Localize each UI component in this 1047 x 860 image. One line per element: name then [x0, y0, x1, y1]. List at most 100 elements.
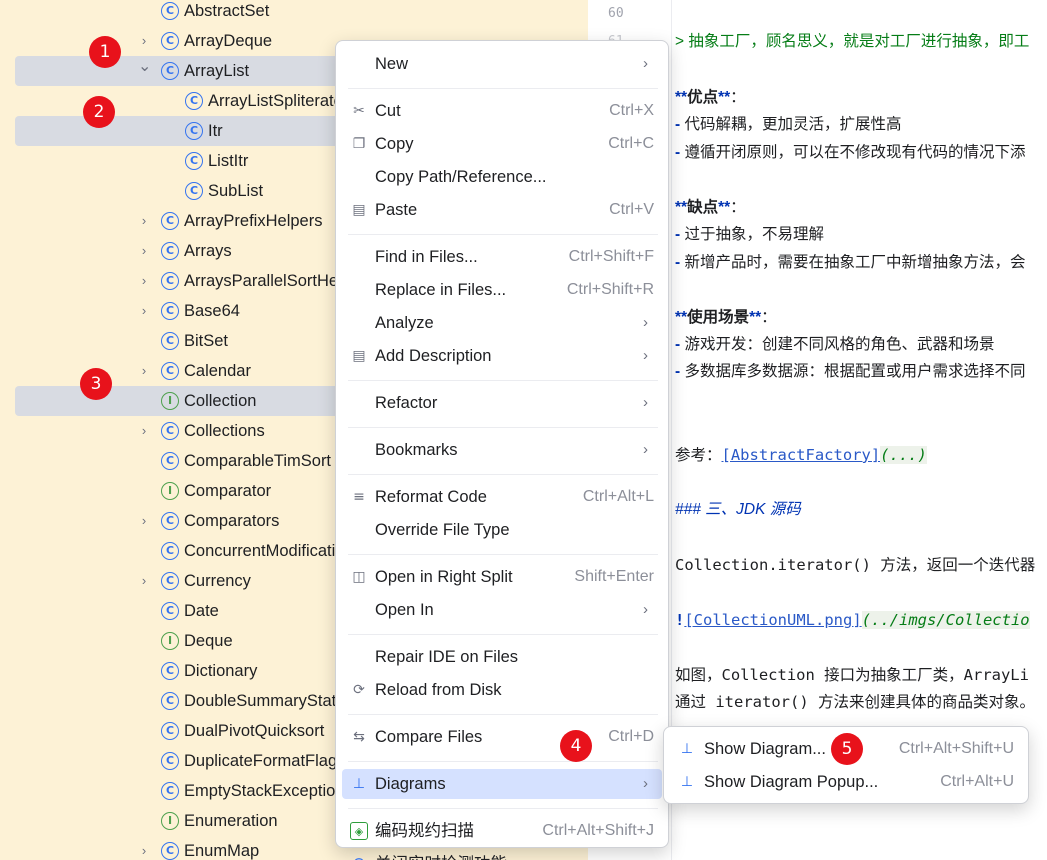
menu-item-label: Show Diagram Popup... [704, 773, 879, 791]
reformat-icon: ≡ [353, 489, 365, 505]
menu-item-label: Reload from Disk [375, 681, 502, 699]
menu-item-label: Paste [375, 201, 418, 219]
tree-item-label: Collections [184, 422, 265, 440]
editor-text[interactable]: [CollectionUML.png] [684, 611, 861, 629]
menu-item-label: 编码规约扫描 [375, 822, 474, 840]
class-icon: C [161, 692, 179, 710]
menu-item-repair-ide-on-files[interactable]: Repair IDE on Files [342, 642, 662, 672]
chevron-right-icon: › [643, 441, 648, 458]
tree-item-label: Collection [184, 392, 257, 410]
menu-item-label: Add Description [375, 347, 492, 365]
menu-item-open-in[interactable]: Open In › [342, 595, 662, 625]
editor-text: ： [730, 89, 746, 106]
menu-item-open-in-right-split[interactable]: ◫ Open in Right Split Shift+Enter [342, 562, 662, 592]
chevron-right-icon[interactable]: › [138, 573, 150, 589]
menu-separator [348, 714, 658, 715]
menu-item-label: Copy [375, 135, 414, 153]
tree-item-label: Enumeration [184, 812, 278, 830]
menu-item-shortcut: Ctrl+Alt+L [582, 488, 654, 505]
menu-item-cut[interactable]: ✂ Cut Ctrl+X [342, 96, 662, 126]
menu-item-analyze[interactable]: Analyze › [342, 308, 662, 338]
chevron-right-icon[interactable]: › [138, 513, 150, 529]
chevron-right-icon[interactable]: › [138, 423, 150, 439]
context-menu: New › ✂ Cut Ctrl+X ❐ Copy Ctrl+C Copy Path/Refer… [335, 40, 669, 860]
editor-text: ** [675, 89, 688, 106]
class-icon: C [161, 62, 179, 80]
class-icon: C [161, 422, 179, 440]
class-icon: C [161, 782, 179, 800]
menu-item-reload-from-disk[interactable]: ⟳ Reload from Disk [342, 675, 662, 705]
menu-item-new[interactable]: New › [342, 49, 662, 79]
editor-text: ** [675, 309, 688, 326]
menu-item-shortcut: Ctrl+X [609, 102, 654, 119]
editor-text: ： [761, 309, 777, 326]
menu-item-label: Open in Right Split [375, 568, 513, 586]
chevron-right-icon[interactable]: › [138, 243, 150, 259]
copy-icon: ❐ [352, 136, 366, 152]
chevron-down-icon[interactable]: ⌄ [138, 59, 151, 75]
tree-item-label: EnumMap [184, 842, 260, 860]
tree-item-label: Itr [208, 122, 223, 140]
menu-item-label: Show Diagram... [704, 740, 826, 758]
menu-item-label: Bookmarks [375, 441, 458, 459]
menu-item-refactor[interactable]: Refactor › [342, 388, 662, 418]
menu-item-paste[interactable]: ▤ Paste Ctrl+V [342, 195, 662, 225]
compare-icon: ⇆ [353, 729, 365, 745]
tree-item-label: ComparableTimSort [184, 452, 332, 470]
chevron-right-icon: › [643, 347, 648, 364]
menu-item-copy-path-reference[interactable]: Copy Path/Reference... [342, 162, 662, 192]
editor-line: **优点**： [675, 88, 746, 108]
class-icon: C [161, 32, 179, 50]
menu-separator [348, 427, 658, 428]
menu-item-label: Copy Path/Reference... [375, 168, 547, 186]
menu-item-add-description[interactable]: ▤ Add Description › [342, 341, 662, 371]
chevron-right-icon[interactable]: › [138, 363, 150, 379]
disable-icon: ⊘ [350, 855, 368, 860]
menu-item-diagrams[interactable]: ⊥ Diagrams › [342, 769, 662, 799]
diagram-icon: ⊥ [680, 741, 694, 757]
tree-item-label: Date [184, 602, 219, 620]
menu-item-item-30[interactable]: ⊘ 关闭实时检测功能 [342, 849, 662, 860]
description-icon: ▤ [352, 348, 366, 364]
tree-item-label: Base64 [184, 302, 240, 320]
menu-item-override-file-type[interactable]: Override File Type [342, 515, 662, 545]
editor-text[interactable]: [AbstractFactory] [722, 446, 881, 464]
class-icon: C [161, 722, 179, 740]
menu-item-copy[interactable]: ❐ Copy Ctrl+C [342, 129, 662, 159]
menu-item-label: Analyze [375, 314, 434, 332]
chevron-right-icon[interactable]: › [138, 33, 150, 49]
editor-line: - 多数据库多数据源：根据配置或用户需求选择不同 [675, 362, 1025, 382]
class-icon: C [185, 122, 203, 140]
class-icon: C [161, 602, 179, 620]
editor-line: 参考：[AbstractFactory](...) [675, 445, 927, 466]
class-icon: C [161, 242, 179, 260]
editor-text: 代码解耦，更加灵活，扩展性高 [684, 116, 902, 133]
chevron-right-icon[interactable]: › [138, 843, 150, 859]
chevron-right-icon[interactable]: › [138, 213, 150, 229]
menu-item-find-in-files[interactable]: Find in Files... Ctrl+Shift+F [342, 242, 662, 272]
menu-item-label: Reformat Code [375, 488, 487, 506]
class-icon: C [161, 212, 179, 230]
menu-item-item-29[interactable]: ◈ 编码规约扫描 Ctrl+Alt+Shift+J [342, 816, 662, 846]
menu-item-compare-files[interactable]: ⇆ Compare Files Ctrl+D [342, 722, 662, 752]
editor-text: 新增产品时，需要在抽象工厂中新增抽象方法，会 [684, 254, 1026, 271]
chevron-right-icon[interactable]: › [138, 273, 150, 289]
editor-line: - 游戏开发：创建不同风格的角色、武器和场景 [675, 335, 994, 355]
step-badge: 3 [80, 368, 112, 400]
chevron-right-icon: › [643, 775, 648, 792]
menu-item-show-diagram-popup[interactable]: ⊥ Show Diagram Popup... Ctrl+Alt+U [670, 767, 1022, 797]
reload-icon: ⟳ [353, 682, 365, 698]
menu-separator [348, 554, 658, 555]
tree-item-label: BitSet [184, 332, 229, 350]
menu-item-bookmarks[interactable]: Bookmarks › [342, 435, 662, 465]
chevron-right-icon[interactable]: › [138, 303, 150, 319]
editor-text: 游戏开发：创建不同风格的角色、武器和场景 [684, 336, 995, 353]
tree-item-label: Calendar [184, 362, 251, 380]
tree-item-label: ArrayPrefixHelpers [184, 212, 323, 230]
tree-item[interactable]: C AbstractSet [0, 0, 588, 26]
menu-item-replace-in-files[interactable]: Replace in Files... Ctrl+Shift+R [342, 275, 662, 305]
editor-text: ### 三、JDK 源码 [675, 501, 801, 518]
menu-item-reformat-code[interactable]: ≡ Reformat Code Ctrl+Alt+L [342, 482, 662, 512]
scan-icon: ◈ [350, 822, 368, 840]
editor-line: - 遵循开闭原则，可以在不修改现有代码的情况下添 [675, 143, 1025, 163]
